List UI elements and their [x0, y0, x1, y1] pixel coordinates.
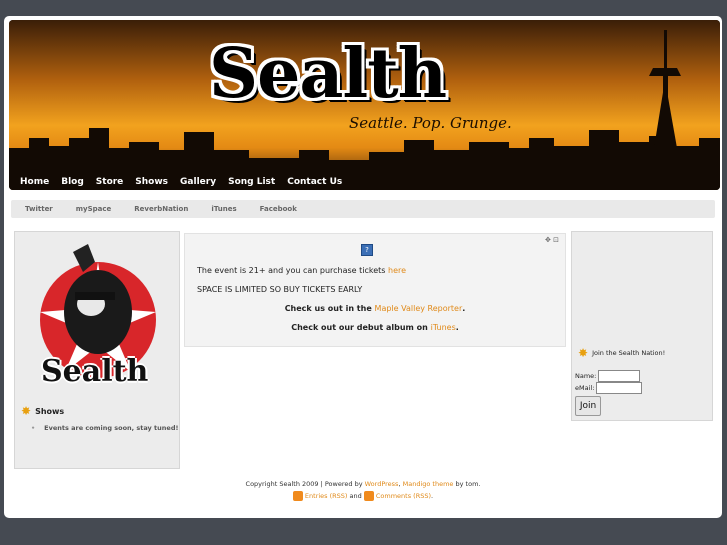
nav-blog[interactable]: Blog	[55, 171, 90, 190]
nav-shows[interactable]: Shows	[129, 171, 174, 190]
reporter-end: .	[462, 304, 466, 313]
event-line: The event is 21+ and you can purchase ti…	[197, 266, 406, 275]
email-label: eMail:	[575, 384, 595, 392]
subnav-reverbnation[interactable]: ReverbNation	[134, 205, 188, 213]
email-row: eMail:	[575, 382, 643, 394]
nav-store[interactable]: Store	[90, 171, 130, 190]
and-text: and	[349, 492, 362, 500]
album-line: Check out our debut album on iTunes.	[185, 323, 565, 332]
album-end: .	[455, 323, 459, 332]
right-sidebar: ✸ Join the Sealth Nation! Name: eMail: J…	[571, 231, 713, 421]
subnav-itunes[interactable]: iTunes	[211, 205, 236, 213]
site-logo[interactable]: Sealth	[209, 34, 447, 114]
main-nav: Home Blog Store Shows Gallery Song List …	[14, 171, 348, 190]
join-button[interactable]: Join	[575, 396, 601, 416]
star-icon: ✸	[578, 346, 589, 360]
subnav-twitter[interactable]: Twitter	[25, 205, 53, 213]
name-row: Name:	[575, 370, 641, 382]
event-text: The event is 21+ and you can purchase ti…	[197, 266, 386, 275]
rss-icon	[363, 491, 374, 501]
site-tagline: Seattle. Pop. Grunge.	[349, 114, 512, 132]
itunes-link[interactable]: iTunes	[431, 323, 456, 332]
reporter-line: Check us out in the Maple Valley Reporte…	[185, 304, 565, 313]
header-banner: Sealth Seattle. Pop. Grunge. Home Blog S…	[9, 20, 720, 190]
widget-controls[interactable]: ✥ ⊡	[545, 236, 559, 244]
site-footer: Copyright Sealth 2009 | Powered by WordP…	[4, 480, 722, 501]
band-image-logo: Sealth	[41, 354, 149, 389]
wordpress-link[interactable]: WordPress	[365, 480, 399, 488]
copyright-line: Copyright Sealth 2009 | Powered by WordP…	[4, 480, 722, 488]
separator: ,	[398, 480, 401, 488]
shows-list: • Events are coming soon, stay tuned!	[31, 424, 178, 432]
comments-rss-link[interactable]: Comments (RSS)	[376, 492, 431, 500]
shows-heading: ✸ Shows	[21, 404, 64, 418]
rss-icon	[292, 491, 303, 501]
theme-link[interactable]: Mandigo theme	[403, 480, 454, 488]
period: .	[431, 492, 434, 500]
page-frame: Sealth Seattle. Pop. Grunge. Home Blog S…	[4, 16, 722, 518]
author-text: by tom.	[455, 480, 481, 488]
reporter-text: Check us out in the	[284, 304, 372, 313]
broken-image-icon: ?	[361, 244, 373, 256]
bullet-icon: •	[31, 424, 36, 432]
nav-song-list[interactable]: Song List	[222, 171, 281, 190]
rss-line: Entries (RSS) and Comments (RSS).	[4, 491, 722, 501]
band-image: Sealth	[33, 242, 163, 392]
left-sidebar: Sealth ✸ Shows • Events are coming soon, …	[14, 231, 180, 469]
name-field[interactable]	[598, 370, 641, 382]
shows-item: Events are coming soon, stay tuned!	[44, 424, 179, 432]
reporter-link[interactable]: Maple Valley Reporter	[375, 304, 463, 313]
copyright-text: Copyright Sealth 2009 | Powered by	[245, 480, 363, 488]
main-content: ✥ ⊡ ? The event is 21+ and you can purch…	[184, 233, 566, 347]
space-notice: SPACE IS LIMITED SO BUY TICKETS EARLY	[197, 285, 363, 294]
name-label: Name:	[575, 372, 597, 380]
join-title: Join the Sealth Nation!	[592, 349, 666, 357]
album-text: Check out our debut album on	[291, 323, 428, 332]
social-nav: Twitter mySpace ReverbNation iTunes Face…	[11, 200, 715, 218]
subnav-myspace[interactable]: mySpace	[76, 205, 112, 213]
star-icon: ✸	[21, 404, 32, 418]
entries-rss-link[interactable]: Entries (RSS)	[305, 492, 348, 500]
tickets-link[interactable]: here	[388, 266, 406, 275]
nav-contact-us[interactable]: Contact Us	[281, 171, 348, 190]
join-heading: ✸ Join the Sealth Nation!	[578, 346, 665, 360]
email-field[interactable]	[596, 382, 643, 394]
nav-gallery[interactable]: Gallery	[174, 171, 222, 190]
subnav-facebook[interactable]: Facebook	[260, 205, 297, 213]
shows-title: Shows	[35, 406, 65, 416]
nav-home[interactable]: Home	[14, 171, 55, 190]
